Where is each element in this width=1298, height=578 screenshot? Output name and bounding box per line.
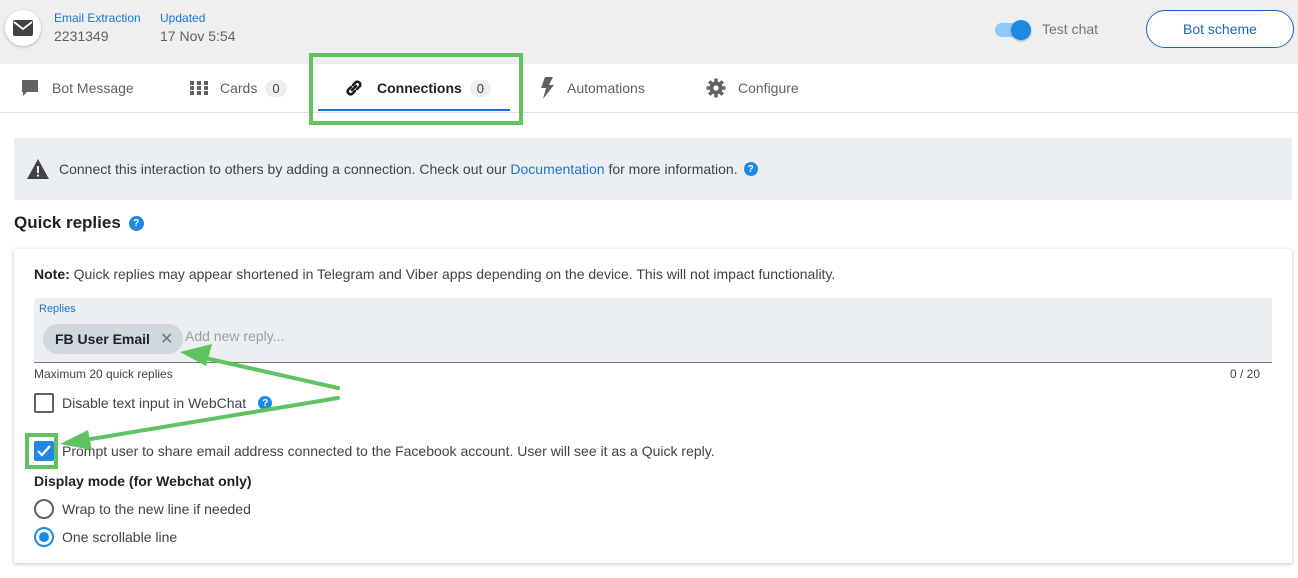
info-banner: Connect this interaction to others by ad… (14, 138, 1292, 200)
help-icon[interactable]: ? (128, 215, 144, 231)
updated-label: Updated (160, 11, 206, 25)
lightning-icon (539, 77, 555, 99)
quick-replies-card: Note: Quick replies may appear shortened… (14, 249, 1292, 563)
section-title: Quick replies ? (14, 213, 144, 233)
updated-info: Updated 17 Nov 5:54 (160, 11, 236, 45)
display-mode-scroll-option[interactable]: One scrollable line (34, 527, 177, 547)
tab-label: Automations (567, 80, 645, 96)
prompt-email-row: Prompt user to share email address conne… (34, 441, 715, 461)
radio-button[interactable] (34, 499, 54, 519)
interaction-info: Email Extraction 2231349 (54, 11, 141, 45)
display-mode-wrap-option[interactable]: Wrap to the new line if needed (34, 499, 251, 519)
test-chat-label: Test chat (1042, 21, 1099, 37)
note-label: Note: (34, 266, 70, 282)
radio-label: One scrollable line (62, 529, 178, 545)
grid-icon (190, 81, 208, 95)
disable-text-input-row: Disable text input in WebChat ? (34, 393, 273, 413)
prompt-email-label: Prompt user to share email address conne… (62, 443, 715, 459)
help-icon[interactable]: ? (258, 396, 273, 410)
replies-label: Replies (39, 303, 76, 315)
warning-icon (26, 158, 50, 180)
tab-configure[interactable]: Configure (706, 64, 799, 112)
add-reply-input[interactable] (185, 328, 485, 344)
interaction-name: Email Extraction (54, 11, 141, 25)
chip-label: FB User Email (55, 331, 150, 347)
tab-bot-message[interactable]: Bot Message (20, 64, 134, 112)
disable-text-input-label: Disable text input in WebChat (62, 395, 247, 411)
speech-bubble-icon (20, 78, 40, 98)
display-mode-title: Display mode (for Webchat only) (34, 473, 252, 489)
note-text: Quick replies may appear shortened in Te… (69, 266, 836, 282)
reply-chip[interactable]: FB User Email ✕ (43, 324, 184, 354)
replies-field[interactable]: Replies FB User Email ✕ (34, 298, 1272, 363)
max-replies-hint: Maximum 20 quick replies (34, 367, 173, 381)
help-icon[interactable]: ? (743, 162, 758, 176)
radio-button[interactable] (34, 527, 54, 547)
interaction-id: 2231349 (54, 28, 109, 44)
replies-counter: 0 / 20 (1230, 367, 1261, 381)
tab-label: Cards (220, 80, 258, 96)
tab-cards[interactable]: Cards 0 (190, 64, 287, 112)
tab-bar: Bot Message Cards 0 Connections 0 Automa… (0, 64, 1298, 113)
tab-automations[interactable]: Automations (539, 64, 645, 112)
documentation-link[interactable]: Documentation (510, 161, 604, 177)
tab-label: Configure (738, 80, 799, 96)
updated-value: 17 Nov 5:54 (160, 28, 236, 44)
banner-text-after: for more information. (604, 161, 738, 177)
tab-count-badge: 0 (265, 79, 287, 97)
quick-replies-title: Quick replies (14, 213, 121, 232)
radio-label: Wrap to the new line if needed (62, 501, 251, 517)
test-chat-toggle[interactable] (995, 20, 1031, 40)
tab-label: Bot Message (52, 80, 134, 96)
top-header: Email Extraction 2231349 Updated 17 Nov … (0, 0, 1298, 64)
disable-text-input-checkbox[interactable] (34, 393, 54, 413)
banner-text: Connect this interaction to others by ad… (59, 161, 511, 177)
quick-replies-note: Note: Quick replies may appear shortened… (34, 266, 835, 282)
close-icon[interactable]: ✕ (160, 329, 173, 349)
connections-tab-highlight (309, 53, 523, 125)
gear-icon (706, 78, 726, 98)
envelope-icon[interactable] (5, 10, 41, 46)
checkbox-highlight (25, 433, 58, 469)
bot-scheme-button[interactable]: Bot scheme (1146, 10, 1294, 48)
